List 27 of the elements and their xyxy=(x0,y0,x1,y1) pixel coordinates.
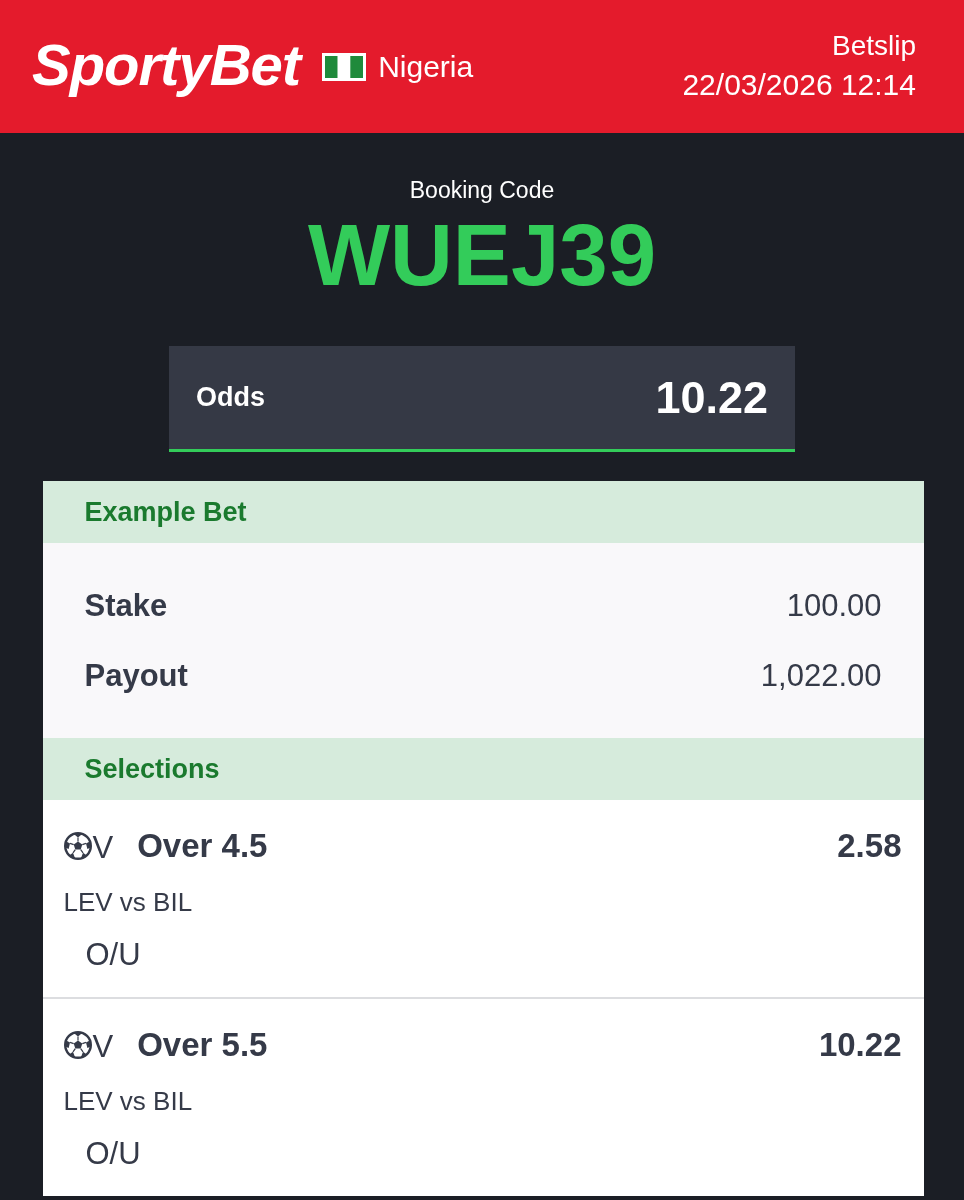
selection-pick: Over 4.5 xyxy=(137,827,268,865)
odds-value: 10.22 xyxy=(655,371,768,424)
section-header: Example Bet xyxy=(42,481,924,543)
virtual-label: V xyxy=(92,1028,114,1062)
selection-odds: 10.22 xyxy=(818,1026,902,1064)
selection-pick: Over 5.5 xyxy=(137,1026,268,1064)
section-header: Selections xyxy=(42,738,924,800)
summary-value: 100.00 xyxy=(786,588,882,624)
summary-label: Stake xyxy=(84,588,168,624)
selection-odds: 2.58 xyxy=(837,827,902,865)
virtual-label: V xyxy=(92,829,114,863)
match-name: LEV vs BIL xyxy=(63,1085,193,1118)
date-time: 22/03/2026 12:14 xyxy=(682,66,916,103)
booking-code: WUEJ39 xyxy=(307,210,657,300)
nigeria-flag-icon xyxy=(322,52,367,81)
market-name: O/U xyxy=(85,936,141,974)
summary-value: 1,022.00 xyxy=(760,658,882,694)
sportybet-logo: SportyBet xyxy=(32,35,301,98)
odds-label: Odds xyxy=(196,382,265,413)
match-name: LEV vs BIL xyxy=(63,886,193,919)
summary-label: Payout xyxy=(84,658,188,694)
country-label: Nigeria xyxy=(378,50,474,83)
betslip-title: Betslip xyxy=(831,28,916,63)
soccer-ball-icon xyxy=(63,1031,92,1059)
booking-code-label: Booking Code xyxy=(409,176,555,205)
market-name: O/U xyxy=(85,1135,141,1173)
soccer-ball-icon xyxy=(63,832,92,860)
